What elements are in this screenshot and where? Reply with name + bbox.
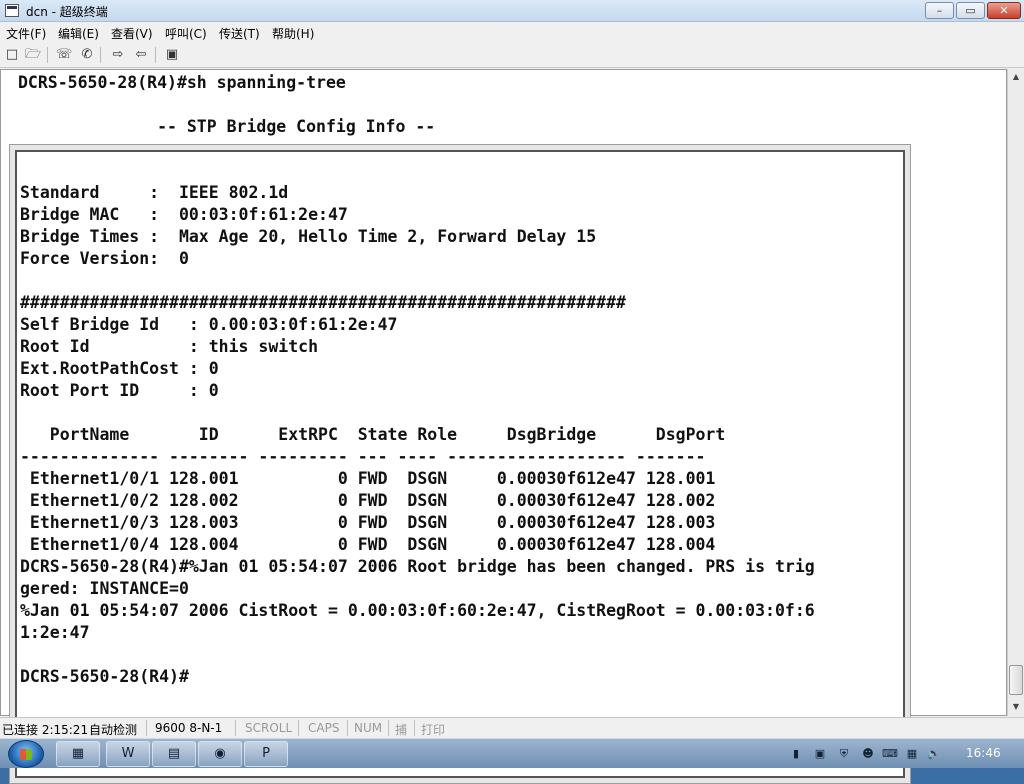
open-icon[interactable]: 🗁	[25, 47, 41, 63]
terminal-area[interactable]: DCRS-5650-28(R4)#sh spanning-tree -- STP…	[0, 69, 1007, 784]
status-detect: 自动检测	[89, 723, 138, 737]
keyboard-icon[interactable]: ⌨	[882, 746, 898, 762]
status-scroll: SCROLL	[245, 721, 293, 735]
send-icon[interactable]: ⇨	[110, 47, 126, 63]
terminal-line: Force Version: 0	[20, 249, 189, 268]
output-frame: Standard : IEEE 802.1d Bridge MAC : 00:03…	[9, 144, 911, 784]
status-capture: 捕	[395, 723, 408, 737]
terminal-line: Ethernet1/0/3 128.003 0 FWD DSGN 0.00030…	[20, 513, 716, 532]
menu-edit[interactable]: 编辑(E)	[58, 25, 99, 42]
scroll-up-icon[interactable]: ▲	[1008, 69, 1024, 85]
terminal-line: ########################################…	[20, 293, 626, 312]
toolbar-separator	[100, 47, 101, 63]
terminal-line: -- STP Bridge Config Info --	[18, 117, 436, 136]
explorer-icon[interactable]: ▦	[56, 741, 100, 767]
terminal-line: gered: INSTANCE=0	[20, 579, 189, 598]
output-box[interactable]: Standard : IEEE 802.1d Bridge MAC : 00:03…	[15, 150, 905, 778]
scroll-down-icon[interactable]: ▼	[1008, 699, 1024, 715]
security-shield-icon[interactable]: ⛨	[836, 746, 852, 762]
new-icon[interactable]: □	[4, 47, 20, 63]
taskbar-clock[interactable]: 16:46	[966, 746, 1001, 760]
scroll-thumb[interactable]	[1009, 665, 1023, 695]
minimize-button[interactable]: –	[925, 2, 954, 19]
menu-call[interactable]: 呼叫(C)	[165, 25, 207, 42]
properties-icon[interactable]: ▣	[164, 47, 180, 63]
toolbar-separator	[155, 47, 156, 63]
terminal-line: DCRS-5650-28(R4)#	[20, 667, 189, 686]
terminal-line: Root Id : this switch	[20, 337, 319, 356]
menu-bar: 文件(F) 编辑(E) 查看(V) 呼叫(C) 传送(T) 帮助(H)	[0, 22, 1024, 42]
terminal-line: DCRS-5650-28(R4)#%Jan 01 05:54:07 2006 R…	[20, 557, 815, 576]
terminal-line: Standard : IEEE 802.1d	[20, 183, 289, 202]
status-separator	[414, 720, 415, 736]
toolbar: □ 🗁 ☏ ✆ ⇨ ⇦ ▣	[0, 42, 1024, 68]
start-button[interactable]	[8, 740, 44, 768]
menu-transfer[interactable]: 传送(T)	[219, 25, 260, 42]
folder-icon[interactable]: ▤	[152, 741, 196, 767]
status-separator	[347, 720, 348, 736]
taskbar: ▦ W ▤ ◉ P ▮ ▣ ⛨ ☻ ⌨ ▦ 🔈 16:46	[0, 738, 1024, 768]
hyperterminal-window: dcn - 超级终端 – ▭ ✕ 文件(F) 编辑(E) 查看(V) 呼叫(C)…	[0, 0, 1024, 784]
dial-icon[interactable]: ✆	[79, 47, 95, 63]
terminal-line: DCRS-5650-28(R4)#sh spanning-tree	[18, 73, 346, 92]
status-caps: CAPS	[308, 721, 340, 735]
menu-view[interactable]: 查看(V)	[111, 25, 153, 42]
status-print: 打印	[421, 723, 446, 737]
action-center-icon[interactable]: ▮	[788, 746, 804, 762]
terminal-line: Root Port ID : 0	[20, 381, 219, 400]
status-bar: 已连接 2:15:21 自动检测 9600 8-N-1 SCROLL CAPS …	[0, 717, 1024, 738]
word-icon[interactable]: W	[106, 741, 150, 767]
terminal-line: 1:2e:47	[20, 623, 90, 642]
toolbar-separator	[47, 47, 48, 63]
status-separator	[388, 720, 389, 736]
title-bar[interactable]: dcn - 超级终端 – ▭ ✕	[0, 0, 1024, 22]
im-icon[interactable]: ☻	[860, 746, 876, 762]
status-separator	[298, 720, 299, 736]
terminal-line: Bridge Times : Max Age 20, Hello Time 2,…	[20, 227, 597, 246]
terminal-line: Ethernet1/0/1 128.001 0 FWD DSGN 0.00030…	[20, 469, 716, 488]
close-button[interactable]: ✕	[987, 2, 1021, 19]
terminal-line: PortName ID ExtRPC State Role DsgBridge …	[20, 425, 726, 444]
app-icon[interactable]	[5, 4, 19, 17]
receive-icon[interactable]: ⇦	[133, 47, 149, 63]
network-icon[interactable]: ▣	[812, 746, 828, 762]
menu-help[interactable]: 帮助(H)	[272, 25, 314, 42]
window-title: dcn - 超级终端	[26, 5, 108, 19]
terminal-line: Bridge MAC : 00:03:0f:61:2e:47	[20, 205, 348, 224]
terminal-line: Ethernet1/0/4 128.004 0 FWD DSGN 0.00030…	[20, 535, 716, 554]
menu-file[interactable]: 文件(F)	[6, 25, 46, 42]
archive-icon[interactable]: ◉	[198, 741, 242, 767]
terminal-line: Ethernet1/0/2 128.002 0 FWD DSGN 0.00030…	[20, 491, 716, 510]
terminal-line: Self Bridge Id : 0.00:03:0f:61:2e:47	[20, 315, 398, 334]
status-port: 9600 8-N-1	[155, 721, 223, 735]
terminal-line: -------------- -------- --------- --- --…	[20, 447, 706, 466]
status-connection: 已连接 2:15:21	[2, 723, 89, 737]
terminal-line: %Jan 01 05:54:07 2006 CistRoot = 0.00:03…	[20, 601, 815, 620]
disconnect-icon[interactable]: ☏	[56, 47, 72, 63]
vertical-scrollbar[interactable]: ▲ ▼	[1007, 69, 1024, 716]
terminal-line: Ext.RootPathCost : 0	[20, 359, 219, 378]
device-icon[interactable]: ▦	[904, 746, 920, 762]
status-num: NUM	[354, 721, 383, 735]
volume-icon[interactable]: 🔈	[926, 746, 942, 762]
status-separator	[235, 720, 236, 736]
maximize-button[interactable]: ▭	[956, 2, 985, 19]
status-separator	[146, 720, 147, 736]
powerpoint-icon[interactable]: P	[244, 741, 288, 767]
